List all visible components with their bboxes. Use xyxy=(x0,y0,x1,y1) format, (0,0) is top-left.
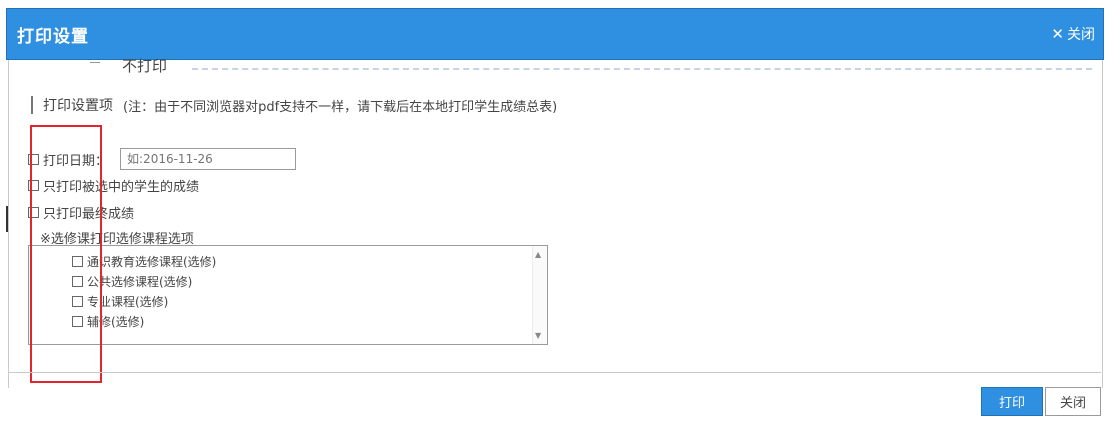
settings-header-text: 打印设置项 xyxy=(43,98,113,114)
titlebar-close-button[interactable]: ✕ 关闭 xyxy=(1051,24,1095,44)
section-bar-icon xyxy=(31,96,33,114)
dialog-titlebar: 打印设置 ✕ 关闭 xyxy=(6,8,1104,60)
close-icon: ✕ xyxy=(1051,25,1064,43)
print-settings-dialog: 打印设置 ✕ 关闭 打印设置项 (注：由于不同浏览器对pdf支持不一样，请下载后… xyxy=(0,0,1108,425)
settings-note: (注：由于不同浏览器对pdf支持不一样，请下载后在本地打印学生成绩总表) xyxy=(123,99,558,115)
divider-tick xyxy=(90,62,100,63)
print-button[interactable]: 打印 xyxy=(981,387,1043,416)
dialog-title: 打印设置 xyxy=(17,26,89,47)
course-listbox[interactable]: 通识教育选修课程(选修) 公共选修课程(选修) 专业课程(选修) 辅修(选修) … xyxy=(28,245,548,345)
highlight-annotation-box xyxy=(30,125,102,383)
scroll-down-icon[interactable]: ▼ xyxy=(535,331,541,340)
titlebar-close-label: 关闭 xyxy=(1067,27,1095,43)
dashed-divider xyxy=(192,68,1092,70)
sheet-label: 不打印 xyxy=(122,57,168,75)
dialog-footer: 打印 关闭 xyxy=(8,372,1101,425)
scroll-up-icon[interactable]: ▲ xyxy=(535,250,541,259)
course-label: 公共选修课程(选修) xyxy=(87,275,193,289)
close-button[interactable]: 关闭 xyxy=(1045,387,1101,416)
listbox-scrollbar[interactable]: ▲ ▼ xyxy=(532,246,547,344)
settings-section-header: 打印设置项 (注：由于不同浏览器对pdf支持不一样，请下载后在本地打印学生成绩总… xyxy=(31,95,557,115)
course-label: 通识教育选修课程(选修) xyxy=(87,255,217,269)
print-date-input[interactable] xyxy=(120,148,297,170)
